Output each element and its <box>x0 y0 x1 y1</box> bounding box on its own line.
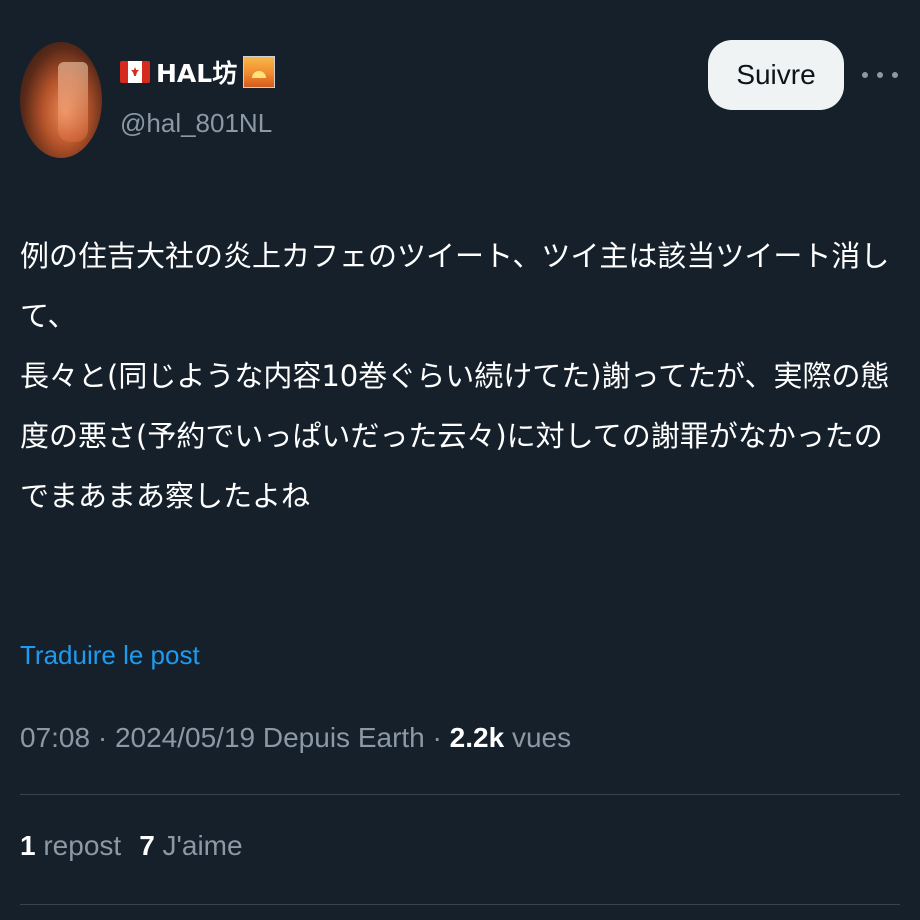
sunrise-icon <box>243 56 276 88</box>
reposts-count: 1 <box>20 830 36 861</box>
ellipsis-icon[interactable] <box>862 62 898 88</box>
tweet-source: Depuis Earth <box>262 722 425 753</box>
tweet-stats: 1 repost 7 J'aime <box>20 830 243 862</box>
likes-count: 7 <box>139 830 155 861</box>
display-name[interactable]: HAL坊 <box>156 54 237 90</box>
follow-button[interactable]: Suivre <box>708 40 844 110</box>
display-name-row[interactable]: HAL坊 <box>120 54 276 90</box>
views-label: vues <box>511 722 572 753</box>
views-count: 2.2k <box>449 722 505 753</box>
reposts-stat[interactable]: 1 repost <box>20 830 121 861</box>
likes-label: J'aime <box>162 830 243 861</box>
tweet-date[interactable]: 2024/05/19 <box>115 722 255 753</box>
tweet-text: 例の住吉大社の炎上カフェのツイート、ツイ主は該当ツイート消して、 長々と(同じよ… <box>20 239 890 513</box>
avatar-glass-image <box>58 62 88 142</box>
divider <box>20 794 900 795</box>
tweet-time[interactable]: 07:08 <box>20 722 90 753</box>
meta-separator: · <box>432 722 442 753</box>
translate-post-link[interactable]: Traduire le post <box>20 640 200 671</box>
reposts-label: repost <box>43 830 122 861</box>
avatar[interactable] <box>20 42 102 158</box>
divider <box>20 904 900 905</box>
tweet-meta: 07:08 · 2024/05/19 Depuis Earth · 2.2k v… <box>20 722 571 754</box>
meta-separator: · <box>97 722 108 753</box>
user-handle[interactable]: @hal_801NL <box>120 108 272 139</box>
ellipsis-dot <box>877 72 883 78</box>
canada-flag-icon <box>120 61 150 83</box>
ellipsis-dot <box>892 72 898 78</box>
likes-stat[interactable]: 7 J'aime <box>139 830 242 861</box>
tweet-page: HAL坊 @hal_801NL Suivre 例の住吉大社の炎上カフェのツイート… <box>0 0 920 920</box>
ellipsis-dot <box>862 72 868 78</box>
